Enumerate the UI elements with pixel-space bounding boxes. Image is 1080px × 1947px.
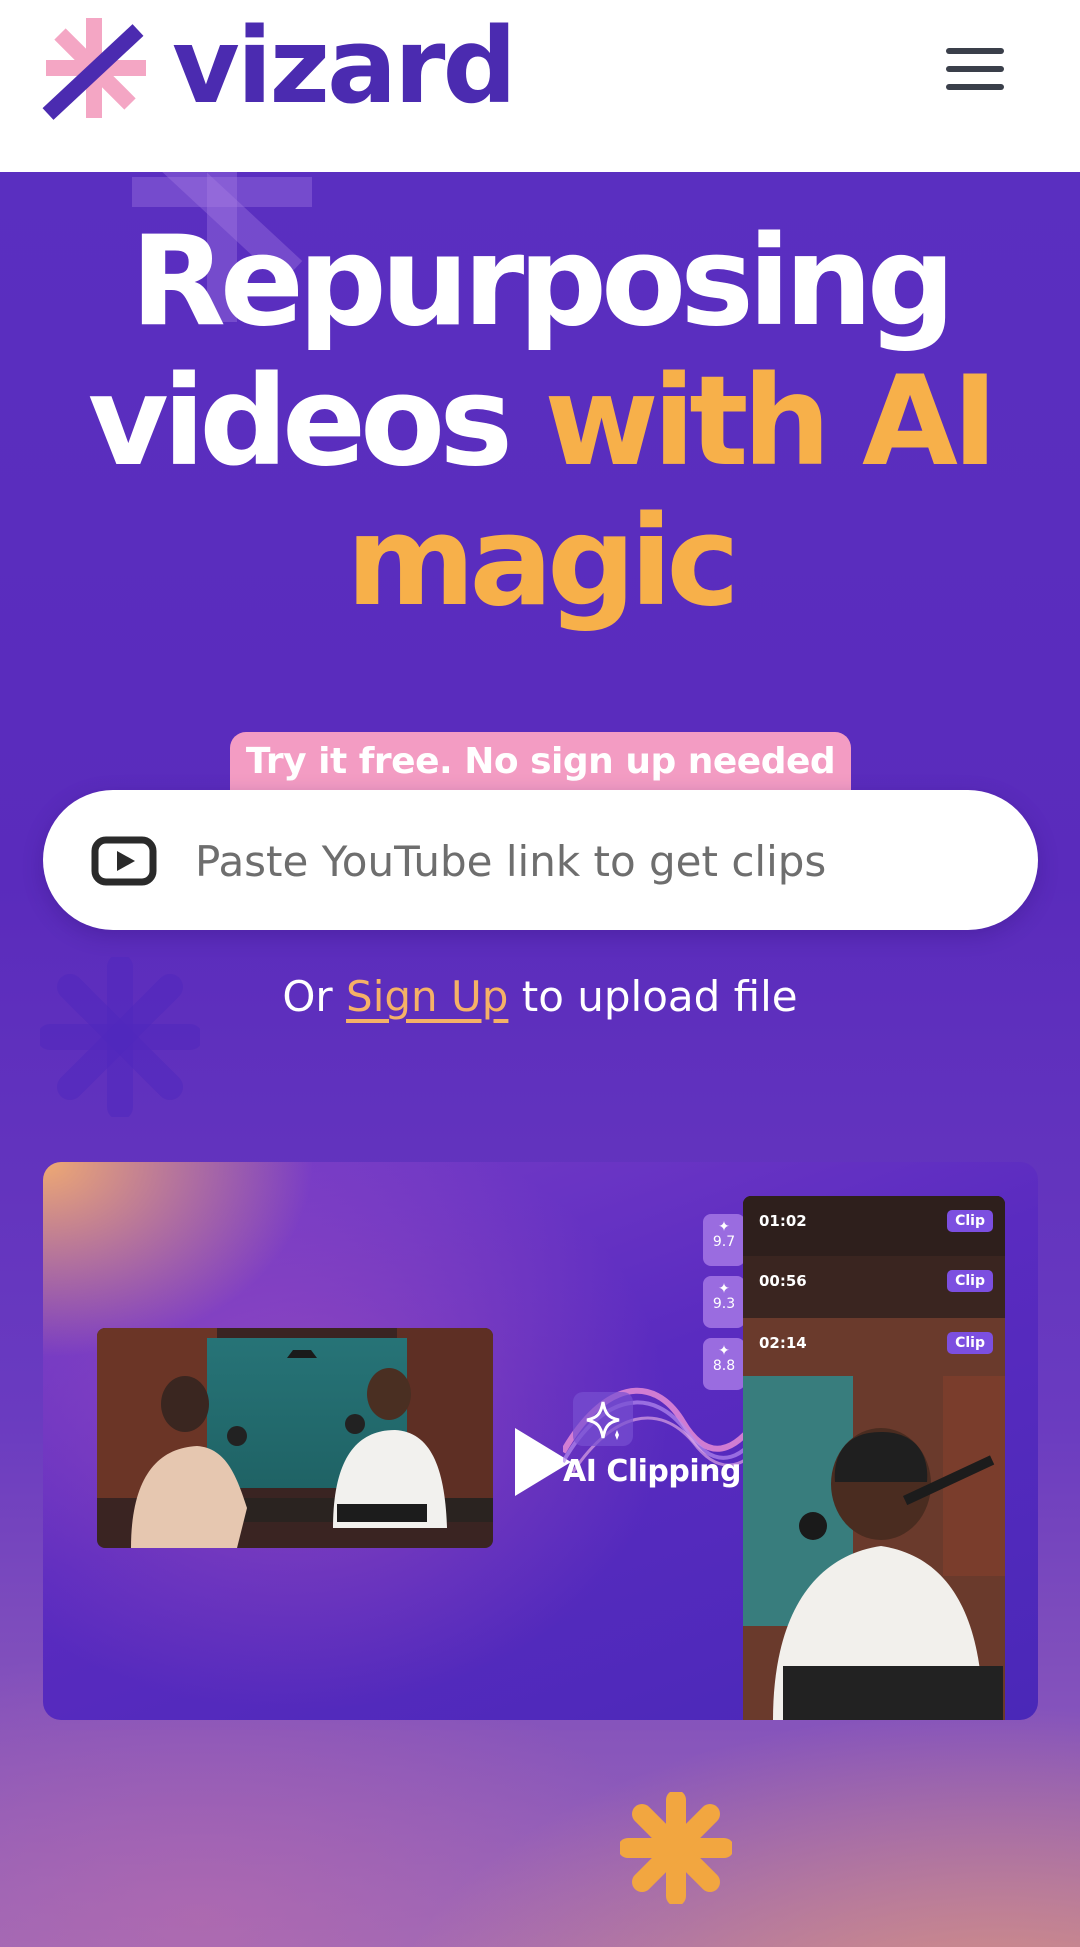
signup-suffix: to upload file: [521, 972, 798, 1021]
youtube-play-icon: [91, 836, 157, 886]
clip-timestamp: 01:02: [759, 1212, 807, 1230]
sparkle-icon: ✦: [718, 1343, 730, 1359]
clip-button[interactable]: Clip: [947, 1270, 993, 1292]
ai-clipping-demo: AI Clipping ✦ 9.7 ✦ 9.3 ✦ 8.8 01:02 Clip…: [43, 1162, 1038, 1720]
hero-headline: Repurposing videos with AI magic: [0, 212, 1080, 632]
signup-prompt: Or Sign Up to upload file: [0, 972, 1080, 1021]
source-video-thumbnail: [97, 1328, 493, 1548]
virality-score-badge: ✦ 8.8: [703, 1338, 745, 1390]
headline-line-3: magic: [346, 490, 740, 634]
clips-preview-phone: 01:02 Clip 00:56 Clip 02:14 Clip: [743, 1196, 1005, 1720]
ai-sparkle-icon: [573, 1392, 633, 1446]
score-value: 9.7: [712, 1234, 736, 1251]
site-header: vizard: [0, 0, 1080, 172]
sparkle-icon: ✦: [718, 1219, 730, 1235]
clip-timestamp: 02:14: [759, 1334, 807, 1352]
vizard-logo-icon[interactable]: [42, 14, 154, 122]
virality-score-badge: ✦ 9.7: [703, 1214, 745, 1266]
clip-timestamp: 00:56: [759, 1272, 807, 1290]
free-trial-badge: Try it free. No sign up needed: [230, 732, 851, 794]
score-value: 8.8: [712, 1358, 736, 1375]
headline-line-2: videos with AI: [0, 352, 1080, 492]
virality-score-badge: ✦ 9.3: [703, 1276, 745, 1328]
sign-up-link[interactable]: Sign Up: [346, 972, 508, 1021]
asterisk-decoration-icon: [620, 1792, 732, 1904]
youtube-link-search-bar[interactable]: [43, 790, 1038, 930]
score-value: 9.3: [712, 1296, 736, 1313]
clip-button[interactable]: Clip: [947, 1210, 993, 1232]
hero-section: Repurposing videos with AI magic Try it …: [0, 172, 1080, 1947]
ai-clipping-label: AI Clipping: [563, 1454, 741, 1489]
sparkle-icon: ✦: [718, 1281, 730, 1297]
clip-button[interactable]: Clip: [947, 1332, 993, 1354]
hamburger-menu-icon[interactable]: [946, 44, 1010, 94]
signup-prefix: Or: [282, 972, 333, 1021]
brand-name[interactable]: vizard: [172, 4, 517, 129]
youtube-link-input[interactable]: [193, 824, 997, 898]
headline-plain-text: videos: [87, 350, 513, 494]
headline-highlight-text: with AI: [544, 350, 998, 494]
headline-line-1: Repurposing: [130, 210, 955, 354]
